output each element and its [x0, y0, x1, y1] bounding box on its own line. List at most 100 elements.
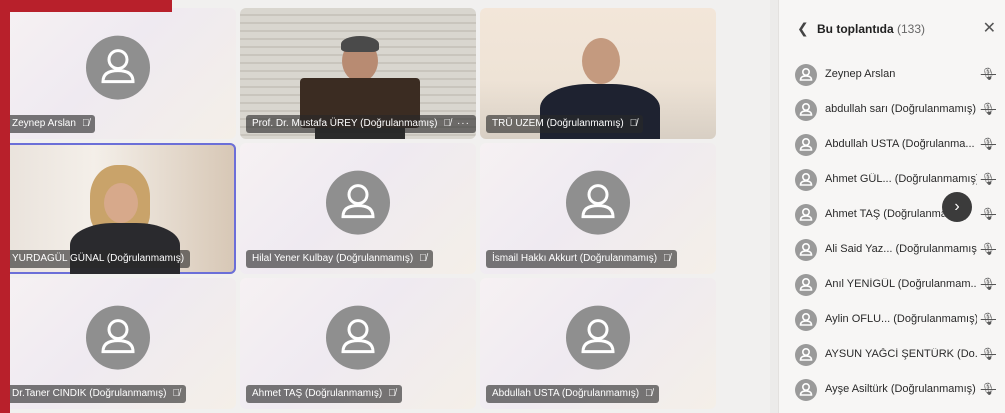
- chevron-left-icon[interactable]: ❮: [797, 20, 809, 37]
- video-tile[interactable]: Zeynep Arslan 🎙̸: [0, 8, 236, 139]
- person-icon: [799, 313, 813, 326]
- participant-name: İsmail Hakkı Akkurt (Doğrulanmamış): [492, 253, 658, 264]
- participant-name-tag: Hilal Yener Kulbay (Doğrulanmamış) 🎙̸: [246, 250, 433, 268]
- mic-off-icon: 🎙︎: [980, 242, 996, 256]
- video-tile[interactable]: Dr.Taner CINDIK (Doğrulanmamış) 🎙̸: [0, 278, 236, 409]
- participant-name-tag: YURDAGÜL GÜNAL (Doğrulanmamış): [6, 250, 191, 268]
- mic-off-icon: 🎙︎: [980, 172, 996, 186]
- mic-off-icon: 🎙︎: [980, 102, 996, 116]
- avatar: [326, 170, 390, 235]
- avatar: [795, 239, 817, 261]
- person-icon: [581, 318, 615, 353]
- avatar: [795, 379, 817, 401]
- avatar: [86, 35, 150, 100]
- video-tile[interactable]: Hilal Yener Kulbay (Doğrulanmamış) 🎙̸: [240, 143, 476, 274]
- video-tile[interactable]: YURDAGÜL GÜNAL (Doğrulanmamış): [0, 143, 236, 274]
- mic-off-icon: 🎙̸: [663, 253, 671, 264]
- video-tile[interactable]: TRÜ UZEM (Doğrulanmamış) 🎙̸: [480, 8, 716, 139]
- participant-name: Ahmet GÜL... (Doğrulanmamış): [825, 173, 977, 185]
- participant-name: Ayşe Asiltürk (Doğrulanmamış): [825, 383, 976, 395]
- close-icon[interactable]: ✕: [983, 18, 996, 38]
- chevron-right-icon[interactable]: ›: [942, 192, 972, 222]
- avatar: [795, 309, 817, 331]
- participant-name: Ahmet TAŞ (Doğrulanmamış): [252, 388, 383, 399]
- avatar: [566, 170, 630, 235]
- video-grid: Zeynep Arslan 🎙̸ Prof. Dr. Mustafa ÜREY …: [0, 0, 770, 413]
- mic-off-icon: 🎙︎: [980, 347, 996, 361]
- participant-name-tag: Abdullah USTA (Doğrulanmamış) 🎙̸: [486, 385, 659, 403]
- person-icon: [101, 318, 135, 353]
- avatar: [795, 169, 817, 191]
- participant-name: Abdullah USTA (Doğrulanmamış): [492, 388, 640, 399]
- participant-name-tag: Ahmet TAŞ (Doğrulanmamış) 🎙̸: [246, 385, 402, 403]
- avatar: [795, 134, 817, 156]
- mic-off-icon: 🎙︎: [980, 382, 996, 396]
- panel-header: ❮ Bu toplantıda (133) ✕: [779, 12, 1005, 46]
- participant-name: Abdullah USTA (Doğrulanma...: [825, 138, 975, 150]
- avatar: [566, 305, 630, 370]
- participant-name: Ali Said Yaz... (Doğrulanmamış): [825, 243, 977, 255]
- mic-off-icon: 🎙̸: [388, 388, 396, 399]
- avatar: [326, 305, 390, 370]
- person-icon: [799, 173, 813, 186]
- participant-name: Aylin OFLU... (Doğrulanmamış): [825, 313, 977, 325]
- person-icon: [101, 48, 135, 83]
- participant-list-item[interactable]: Anıl YENİGÜL (Doğrulanmam... 🎙︎: [779, 268, 1005, 302]
- avatar: [795, 344, 817, 366]
- more-options-icon[interactable]: ···: [457, 115, 470, 133]
- avatar: [795, 64, 817, 86]
- person-icon: [799, 348, 813, 361]
- participant-name: TRÜ UZEM (Doğrulanmamış): [492, 118, 624, 129]
- participant-name: abdullah sarı (Doğrulanmamış): [825, 103, 977, 115]
- participant-list-item[interactable]: Zeynep Arslan 🎙︎: [779, 58, 1005, 92]
- person-icon: [581, 183, 615, 218]
- person-icon: [799, 243, 813, 256]
- participant-name: Dr.Taner CINDIK (Doğrulanmamış): [12, 388, 167, 399]
- video-tile[interactable]: Prof. Dr. Mustafa ÜREY (Doğrulanmamış) 🎙…: [240, 8, 476, 139]
- participant-name-tag: Zeynep Arslan 🎙̸: [6, 115, 96, 133]
- person-icon: [799, 383, 813, 396]
- mic-off-icon: 🎙︎: [980, 67, 996, 81]
- person-icon: [799, 208, 813, 221]
- video-tile[interactable]: Ahmet TAŞ (Doğrulanmamış) 🎙̸: [240, 278, 476, 409]
- participant-name: Zeynep Arslan: [12, 118, 76, 129]
- participant-list-item[interactable]: Abdullah USTA (Doğrulanma... 🎙︎: [779, 128, 1005, 162]
- participant-name-tag: Prof. Dr. Mustafa ÜREY (Doğrulanmamış) 🎙…: [246, 115, 476, 133]
- avatar: [86, 305, 150, 370]
- participant-list-item[interactable]: AYSUN YAĞCİ ŞENTÜRK (Do... 🎙︎: [779, 338, 1005, 372]
- mic-off-icon: 🎙︎: [980, 207, 996, 221]
- participant-name: Anıl YENİGÜL (Doğrulanmam...: [825, 278, 977, 290]
- participant-list-item[interactable]: Ahmet GÜL... (Doğrulanmamış) 🎙︎: [779, 163, 1005, 197]
- participant-name: Hilal Yener Kulbay (Doğrulanmamış): [252, 253, 414, 264]
- person-icon: [341, 318, 375, 353]
- avatar: [795, 274, 817, 296]
- participant-count: (133): [897, 22, 926, 36]
- participant-list-item[interactable]: Aylin OFLU... (Doğrulanmamış) 🎙︎: [779, 303, 1005, 337]
- participant-list-item[interactable]: Ayşe Asiltürk (Doğrulanmamış) 🎙︎: [779, 373, 1005, 407]
- avatar: [795, 99, 817, 121]
- participant-name-tag: İsmail Hakkı Akkurt (Doğrulanmamış) 🎙̸: [486, 250, 677, 268]
- mic-off-icon: 🎙̸: [629, 118, 638, 129]
- red-accent-top: [0, 0, 172, 12]
- mic-off-icon: 🎙̸: [172, 388, 180, 399]
- person-icon: [799, 68, 813, 81]
- red-accent-bar: [0, 0, 10, 413]
- panel-title: Bu toplantıda (133): [817, 22, 925, 36]
- participant-list-item[interactable]: abdullah sarı (Doğrulanmamış) 🎙︎: [779, 93, 1005, 127]
- participant-name: YURDAGÜL GÜNAL (Doğrulanmamış): [12, 253, 185, 264]
- panel-title-text: Bu toplantıda: [817, 22, 894, 36]
- participant-name: Zeynep Arslan: [825, 68, 896, 80]
- person-icon: [799, 103, 813, 116]
- mic-off-icon: 🎙̸: [443, 118, 451, 129]
- participant-name: Prof. Dr. Mustafa ÜREY (Doğrulanmamış): [252, 118, 438, 129]
- video-tile[interactable]: Abdullah USTA (Doğrulanmamış) 🎙̸: [480, 278, 716, 409]
- video-tile[interactable]: İsmail Hakkı Akkurt (Doğrulanmamış) 🎙̸: [480, 143, 716, 274]
- mic-off-icon: 🎙︎: [980, 137, 996, 151]
- person-icon: [799, 138, 813, 151]
- mic-off-icon: 🎙︎: [980, 312, 996, 326]
- person-icon: [799, 278, 813, 291]
- mic-off-icon: 🎙̸: [419, 253, 427, 264]
- mic-off-icon: 🎙̸: [645, 388, 653, 399]
- participant-list-item[interactable]: Ali Said Yaz... (Doğrulanmamış) 🎙︎: [779, 233, 1005, 267]
- person-icon: [341, 183, 375, 218]
